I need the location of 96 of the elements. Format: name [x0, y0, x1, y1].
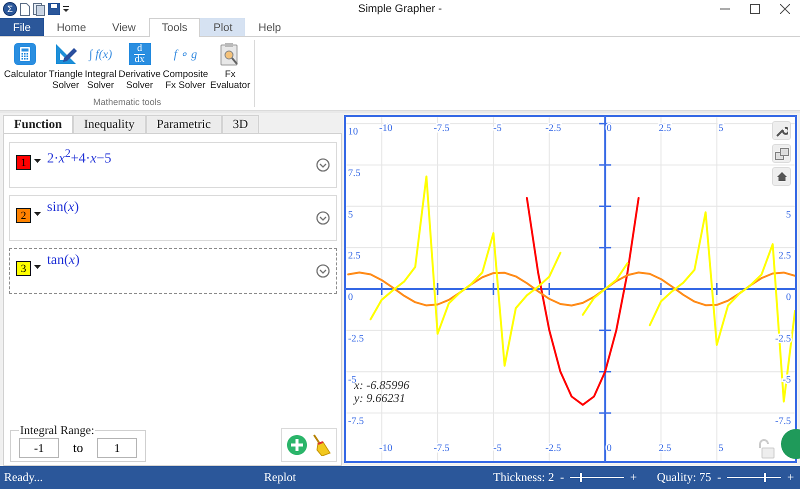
menu-tab[interactable]: Help [245, 18, 294, 36]
replot-link[interactable]: Replot [264, 470, 296, 485]
home-icon [776, 172, 786, 181]
y-tick-label: -7.5 [775, 416, 791, 428]
chevron-down-icon[interactable] [316, 211, 330, 225]
function-type-tab[interactable]: 3D [222, 115, 260, 133]
function-type-tab[interactable]: Parametric [146, 115, 222, 133]
function-type-tab[interactable]: Function [3, 115, 73, 133]
home-button[interactable] [772, 167, 791, 186]
app-logo[interactable]: Σ [3, 2, 17, 16]
function-entry[interactable]: 1 2·x$^{2}$+4·x−5 [9, 142, 337, 188]
calculator-icon [14, 43, 36, 65]
caret-icon[interactable] [34, 212, 41, 216]
slider-label: Thickness: 2 [493, 470, 554, 485]
function-expression: tan(x) [47, 253, 80, 269]
range-end-field[interactable]: 1 [97, 438, 138, 458]
derivative-tool-button[interactable]: d dx Derivative Solver [117, 40, 162, 91]
y-tick-label: 0 [786, 292, 791, 303]
slider-label: Quality: 75 [656, 470, 712, 485]
x-tick-label: -5 [493, 123, 502, 134]
function-expression: 2·x$^{2}$+4·x−5 [47, 147, 112, 168]
increase-button[interactable]: + [628, 470, 639, 485]
x-tick-label: -7.5 [434, 443, 450, 454]
increase-button[interactable]: + [785, 470, 796, 485]
slider-thumb[interactable] [764, 473, 766, 482]
slider-thumb[interactable] [580, 473, 582, 482]
x-tick-label: -7.5 [434, 123, 450, 134]
group-label: Mathematic tools [92, 97, 162, 107]
broom-icon [311, 434, 331, 456]
menu-tab[interactable]: Tools [148, 18, 200, 37]
plus-icon [287, 435, 307, 455]
integral-symbol: ∫ f(x) [89, 48, 112, 60]
y-tick-label: 10 [348, 126, 358, 138]
windows-icon [774, 148, 788, 160]
x-tick-label: -2.5 [545, 123, 562, 134]
x-tick-label: 2.5 [658, 123, 672, 134]
menu-tab[interactable]: View [99, 18, 149, 36]
triangle-ruler-icon [54, 42, 78, 66]
save-icon[interactable] [48, 3, 60, 15]
composite-symbol: f ∘ g [174, 48, 198, 60]
calculator-tool-button[interactable]: Calculator [3, 40, 48, 91]
y-tick-label: -7.5 [348, 416, 364, 428]
range-start-field[interactable]: -1 [19, 438, 59, 458]
function-color-swatch[interactable]: 2 [16, 208, 31, 223]
x-tick-label: -10 [379, 123, 392, 134]
menu-tab[interactable]: File [0, 18, 44, 36]
x-tick-label: -10 [379, 443, 392, 454]
function-color-swatch[interactable]: 3 [16, 261, 31, 276]
y-tick-label: 0 [348, 292, 353, 303]
composite-tool-button[interactable]: f ∘ g Composite Fx Solver [162, 40, 210, 91]
pop-out-button[interactable] [772, 144, 791, 163]
status-text: Ready... [4, 470, 44, 485]
x-tick-label: 5 [718, 123, 724, 134]
caret-icon[interactable] [34, 265, 41, 269]
caret-icon[interactable] [34, 159, 41, 163]
function-color-swatch[interactable]: 1 [16, 155, 31, 170]
menu-tab[interactable]: Plot [200, 18, 246, 36]
maximize-icon [750, 4, 760, 14]
x-tick-label: 2.5 [658, 443, 672, 454]
y-tick-label: 7.5 [348, 168, 360, 179]
y-tick-label: 2.5 [348, 250, 360, 262]
chevron-down-icon[interactable] [316, 264, 330, 278]
decrease-button[interactable]: - [558, 470, 566, 485]
x-tick-label: -2.5 [545, 443, 562, 454]
cursor-readout: y: 9.66231 [354, 392, 406, 405]
function-entry[interactable]: 2 sin(x) [9, 195, 337, 241]
range-separator: to [73, 440, 84, 456]
evaluator-tool-button[interactable]: Fx Evaluator [209, 40, 252, 91]
triangle-tool-button[interactable]: Triangle Solver [48, 40, 84, 91]
clipboard-magnifier-icon [220, 42, 240, 66]
menu-tab[interactable]: Home [44, 18, 100, 36]
x-tick-label: 5 [718, 443, 724, 454]
y-tick-label: -5 [348, 374, 356, 386]
y-tick-label: 5 [786, 209, 791, 220]
function-type-tab[interactable]: Inequality [72, 115, 146, 133]
y-tick-label: 2.5 [778, 250, 791, 262]
x-tick-label: 0 [606, 123, 612, 134]
derivative-symbol: d dx [128, 43, 151, 65]
y-tick-label: 5 [348, 209, 353, 220]
open-document-icon[interactable] [33, 2, 45, 16]
settings-button[interactable] [772, 121, 791, 140]
dropdown-icon[interactable] [63, 6, 69, 12]
decrease-button[interactable]: - [715, 470, 724, 485]
close-icon [780, 4, 790, 14]
chevron-down-icon[interactable] [316, 158, 330, 172]
window-title: Simple Grapher - [358, 3, 442, 15]
x-tick-label: -5 [493, 443, 502, 454]
new-document-icon[interactable] [20, 2, 30, 16]
x-tick-label: 0 [606, 443, 612, 454]
integral-tool-button[interactable]: ∫ f(x) Integral Solver [84, 40, 118, 91]
function-entry[interactable]: 3 tan(x) [9, 248, 337, 294]
wrench-icon [776, 124, 788, 136]
integral-range-label: Integral Range: [19, 423, 96, 438]
function-expression: sin(x) [47, 200, 79, 216]
add-button[interactable] [286, 433, 308, 457]
y-tick-label: -2.5 [348, 333, 364, 344]
